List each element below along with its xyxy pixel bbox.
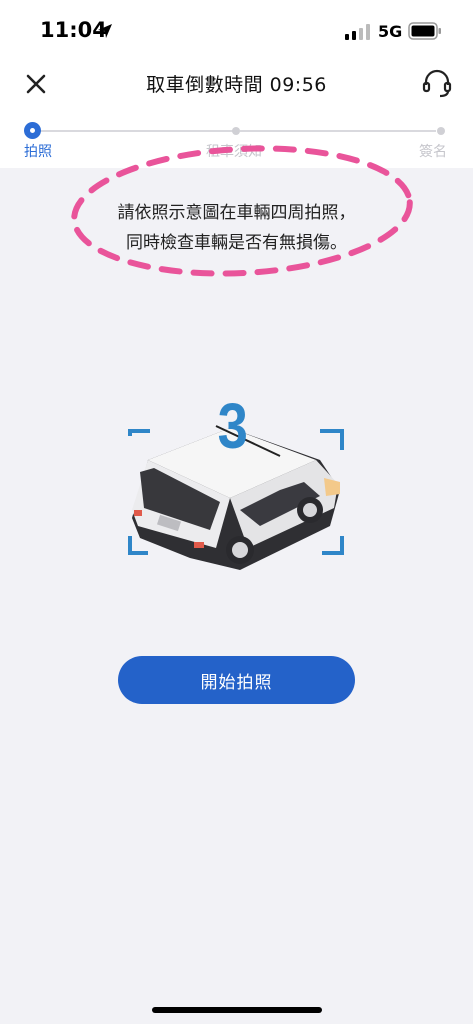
step-label-photo: 拍照 <box>24 144 52 160</box>
step-connector-2 <box>240 130 436 132</box>
home-indicator[interactable] <box>152 1007 322 1013</box>
headset-support-icon[interactable] <box>420 66 454 100</box>
step-indicator-rental-notice <box>232 127 240 135</box>
instruction-line-2: 同時檢查車輛是否有無損傷。 <box>126 233 347 253</box>
instruction-text: 請依照示意圖在車輛四周拍照， 同時檢查車輛是否有無損傷。 <box>0 198 473 258</box>
network-type: 5G <box>378 22 403 41</box>
step-label-rental-notice: 租車須知 <box>206 144 262 160</box>
location-arrow-icon <box>98 24 112 38</box>
step-connector-1 <box>40 130 236 132</box>
step-indicator-photo <box>24 122 41 139</box>
countdown-number: 3 <box>217 390 248 462</box>
step-indicator-signature <box>437 127 445 135</box>
cellular-signal-icon <box>345 24 370 40</box>
instruction-line-1: 請依照示意圖在車輛四周拍照， <box>117 203 356 223</box>
start-photo-button[interactable]: 開始拍照 <box>118 656 355 704</box>
battery-icon <box>408 22 441 40</box>
page-title: 取車倒數時間 09:56 <box>146 74 327 96</box>
step-label-signature: 簽名 <box>419 144 447 160</box>
